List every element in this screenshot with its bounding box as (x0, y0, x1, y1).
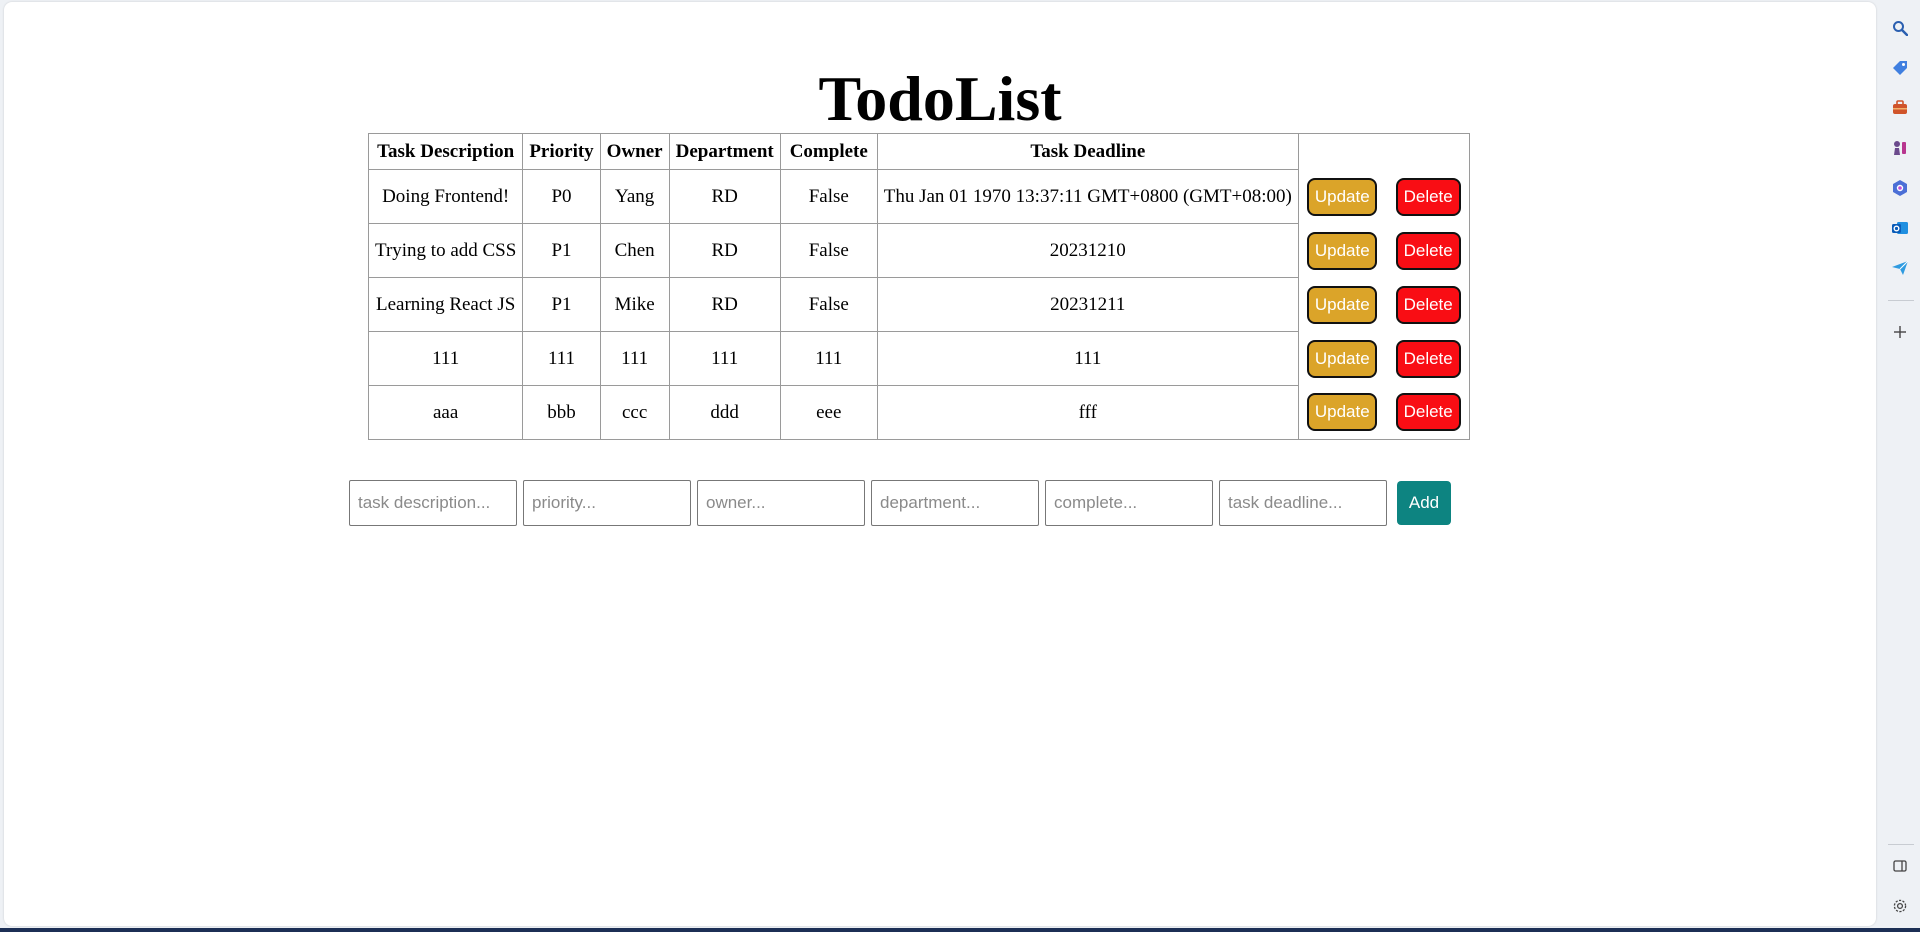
header-department: Department (668, 133, 781, 170)
sidebar-toggle-icon[interactable] (1890, 856, 1910, 876)
cell-task-deadline: 20231210 (876, 223, 1299, 278)
cell-complete: eee (779, 385, 878, 440)
row-actions: Update Delete (1297, 331, 1470, 386)
cell-task-deadline: 111 (876, 331, 1299, 386)
send-icon[interactable] (1890, 258, 1910, 278)
header-actions (1297, 133, 1470, 170)
cell-complete: False (779, 169, 878, 224)
row-actions: Update Delete (1297, 385, 1470, 440)
cell-task-description: Learning React JS (367, 277, 524, 332)
delete-button[interactable]: Delete (1395, 285, 1461, 324)
cell-task-deadline: 20231211 (876, 277, 1299, 332)
taskbar-edge (0, 928, 1920, 932)
cell-complete: False (779, 223, 878, 278)
chess-icon[interactable] (1890, 138, 1910, 158)
cell-department: RD (668, 169, 781, 224)
header-task-deadline: Task Deadline (876, 133, 1299, 170)
browser-page: TodoList Task Description Priority Owner… (4, 2, 1876, 926)
cell-complete: False (779, 277, 878, 332)
cell-owner: Yang (599, 169, 670, 224)
row-actions: Update Delete (1297, 277, 1470, 332)
page-title: TodoList (818, 63, 1062, 134)
department-input[interactable] (871, 480, 1039, 526)
header-owner: Owner (599, 133, 670, 170)
table-row: Learning React JS P1 Mike RD False 20231… (367, 277, 1470, 332)
delete-button[interactable]: Delete (1395, 231, 1461, 270)
cell-priority: bbb (522, 385, 601, 440)
cell-department: RD (668, 277, 781, 332)
add-task-form: Add (349, 480, 1451, 526)
browser-sidebar (1880, 0, 1920, 928)
task-table: Task Description Priority Owner Departme… (367, 133, 1470, 440)
cell-department: RD (668, 223, 781, 278)
update-button[interactable]: Update (1306, 339, 1377, 378)
update-button[interactable]: Update (1306, 177, 1377, 216)
delete-button[interactable]: Delete (1395, 177, 1461, 216)
plus-icon[interactable] (1890, 322, 1910, 342)
settings-icon[interactable] (1890, 896, 1910, 916)
sidebar-divider (1888, 844, 1914, 845)
cell-priority: P1 (522, 223, 601, 278)
cell-priority: 111 (522, 331, 601, 386)
cell-department: 111 (668, 331, 781, 386)
cell-task-deadline: fff (876, 385, 1299, 440)
cell-task-description: Doing Frontend! (367, 169, 524, 224)
briefcase-icon[interactable] (1890, 98, 1910, 118)
cell-complete: 111 (779, 331, 878, 386)
table-header-row: Task Description Priority Owner Departme… (367, 133, 1470, 170)
outlook-icon[interactable] (1890, 218, 1910, 238)
sidebar-divider (1888, 300, 1914, 301)
table-row: 111 111 111 111 111 111 Update Delete (367, 331, 1470, 386)
cell-priority: P1 (522, 277, 601, 332)
cell-owner: Chen (599, 223, 670, 278)
delete-button[interactable]: Delete (1395, 393, 1461, 432)
delete-button[interactable]: Delete (1395, 339, 1461, 378)
cell-department: ddd (668, 385, 781, 440)
header-complete: Complete (779, 133, 878, 170)
search-icon[interactable] (1890, 18, 1910, 38)
cell-owner: Mike (599, 277, 670, 332)
copilot-icon[interactable] (1890, 178, 1910, 198)
header-task-description: Task Description (367, 133, 524, 170)
update-button[interactable]: Update (1306, 231, 1377, 270)
update-button[interactable]: Update (1306, 285, 1377, 324)
cell-owner: 111 (599, 331, 670, 386)
complete-input[interactable] (1045, 480, 1213, 526)
task-deadline-input[interactable] (1219, 480, 1387, 526)
task-description-input[interactable] (349, 480, 517, 526)
update-button[interactable]: Update (1306, 393, 1377, 432)
cell-task-description: 111 (367, 331, 524, 386)
table-row: Trying to add CSS P1 Chen RD False 20231… (367, 223, 1470, 278)
tag-icon[interactable] (1890, 58, 1910, 78)
cell-task-description: aaa (367, 385, 524, 440)
owner-input[interactable] (697, 480, 865, 526)
table-row: aaa bbb ccc ddd eee fff Update Delete (367, 385, 1470, 440)
header-priority: Priority (522, 133, 601, 170)
cell-task-description: Trying to add CSS (367, 223, 524, 278)
cell-priority: P0 (522, 169, 601, 224)
priority-input[interactable] (523, 480, 691, 526)
table-row: Doing Frontend! P0 Yang RD False Thu Jan… (367, 169, 1470, 224)
cell-owner: ccc (599, 385, 670, 440)
row-actions: Update Delete (1297, 169, 1470, 224)
add-button[interactable]: Add (1397, 481, 1451, 525)
cell-task-deadline: Thu Jan 01 1970 13:37:11 GMT+0800 (GMT+0… (876, 169, 1299, 224)
row-actions: Update Delete (1297, 223, 1470, 278)
